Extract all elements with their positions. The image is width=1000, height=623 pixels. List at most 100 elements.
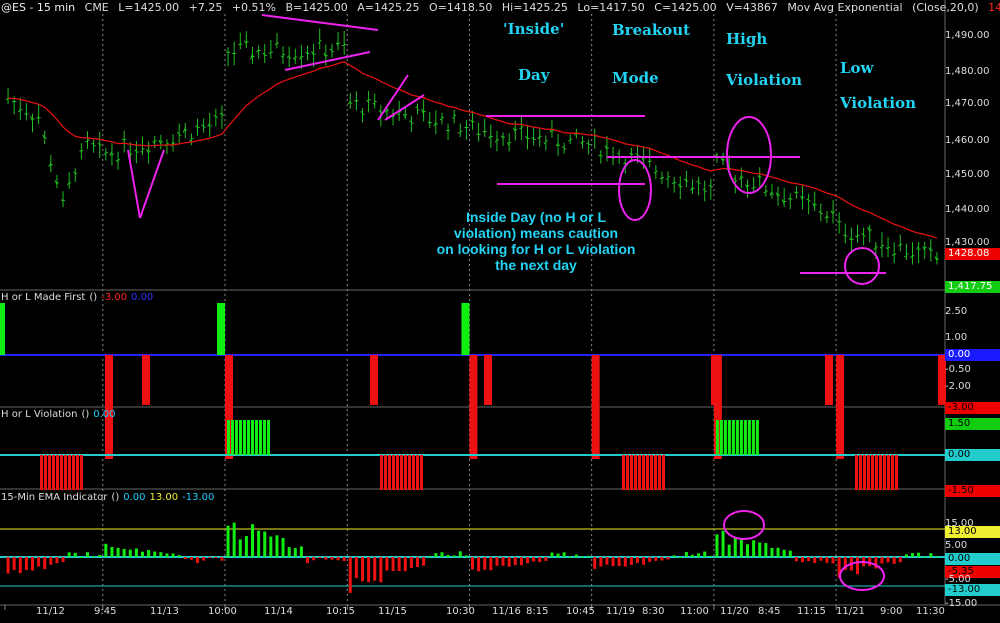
annotation-ellipse	[726, 116, 772, 194]
ema-ind-bar-neg	[636, 557, 639, 563]
ema-ind-tick: -15.00	[945, 598, 978, 609]
ema-ind-bar-pos	[691, 554, 694, 557]
violation-bar-neg	[859, 455, 862, 490]
ema-ind-bar-neg	[605, 557, 609, 565]
x-tick: 11:15	[797, 606, 826, 617]
ema-ind-bar-neg	[892, 557, 896, 564]
violation-bar-neg	[68, 455, 71, 490]
price-bar-open	[568, 139, 571, 142]
ema-ind-bar-neg	[471, 557, 474, 570]
x-tick: 10:00	[208, 606, 237, 617]
panel-value: 0.00	[93, 409, 116, 420]
panel-value: 13.00	[149, 492, 179, 503]
violation-bar-neg	[48, 455, 51, 490]
ema-ind-bar-neg	[819, 557, 823, 561]
x-tick: 10:15	[326, 606, 355, 617]
ema-ind-bar-neg	[642, 557, 646, 565]
ema-ind-bar-neg	[513, 557, 517, 566]
ema-price-tag: 1428.08	[945, 248, 1000, 260]
violation-bar-pos	[723, 420, 727, 455]
ema-ind-bar-pos	[159, 552, 163, 557]
made-first-bar-neg	[469, 355, 478, 459]
violation-zero-tag: 0.00	[945, 449, 1000, 461]
violation-bar-pos	[259, 420, 262, 455]
panel-args: ()	[111, 492, 120, 503]
ema-ind-bar-pos	[232, 522, 236, 557]
violation-bar-neg	[646, 455, 649, 490]
violation-bar-neg	[895, 455, 898, 490]
ema-ind-bar-pos	[672, 555, 676, 557]
made-first-bar-neg	[938, 355, 946, 405]
ema-ind-bar-pos	[562, 552, 566, 557]
violation-bar-pos	[727, 420, 731, 455]
violation-bar-neg	[650, 455, 653, 490]
panel-title-text: H or L Made First	[1, 292, 86, 303]
ema-ind-bar-neg	[202, 557, 206, 561]
ema-ind-bar-pos	[104, 543, 108, 557]
price-bar-open	[97, 143, 100, 145]
ema-ind-bar-neg	[189, 557, 193, 560]
violation-bar-pos	[743, 420, 747, 455]
ema-ind-bar-neg	[318, 557, 322, 558]
ema-ind-bar-neg	[409, 557, 413, 568]
ema-ind-bar-pos	[929, 553, 933, 557]
ema-ind-bar-pos	[226, 525, 230, 557]
panel-value: -13.00	[182, 492, 215, 503]
panel-title-text: H or L Violation	[1, 409, 78, 420]
violation-bar-pos	[751, 420, 755, 455]
panel-title-made-first: H or L Made First() -3.00 0.00	[1, 292, 157, 303]
caption-line: Inside Day (no H or L	[465, 209, 606, 225]
ema-ind-13-tag: 13.00	[945, 526, 1000, 538]
ema-ind-bar-pos	[556, 553, 560, 557]
made-first-bar-neg	[711, 355, 719, 405]
violation-bar-neg	[420, 455, 423, 490]
made-first-low-tag: -3.00	[945, 402, 1000, 414]
ema-ind-bar-neg	[648, 557, 652, 562]
violation-bar-neg	[72, 455, 75, 490]
ema-ind-bar-pos	[752, 540, 756, 557]
ema-ind-bar-neg	[617, 557, 621, 567]
panel-args: ()	[89, 292, 98, 303]
ema-ind-bar-neg	[12, 557, 16, 570]
ema-ind-bar-pos	[275, 535, 279, 557]
change-percent: +0.51%	[231, 1, 276, 14]
ema-ind-tick: 5.00	[945, 540, 968, 551]
ema-ind-bar-pos	[434, 553, 438, 557]
ema-ind-bar-neg	[379, 557, 383, 583]
ema-ind-bar-neg	[831, 557, 835, 564]
ema-ind-bar-neg	[544, 557, 548, 561]
ema-ind-bar-neg	[61, 557, 65, 563]
x-tick: 8:45	[758, 606, 781, 617]
x-tick: 11/12	[36, 606, 65, 617]
ema-ind-bar-pos	[917, 552, 921, 557]
caption-line: the next day	[495, 257, 577, 273]
ema-ind-bar-neg	[483, 557, 487, 570]
annotation-breakout-1: Breakout	[612, 21, 691, 39]
ema-ind-bar-pos	[177, 555, 181, 557]
ema-ind-bar-neg	[629, 557, 633, 565]
ema-ind-bar-neg	[336, 557, 340, 561]
price-tick: 1,490.00	[945, 30, 990, 41]
ema-ind-bar-neg	[611, 557, 615, 567]
ema-ind-bar-neg	[43, 557, 47, 570]
price-bar-open	[665, 178, 669, 180]
violation-bar-neg	[638, 455, 641, 490]
symbol-label: @ES - 15 min	[1, 1, 76, 14]
ema-ind-bar-pos	[904, 554, 908, 557]
ema-ind-bar-pos	[764, 543, 768, 557]
violation-bar-pos	[255, 420, 258, 455]
price-bar-open	[213, 114, 216, 117]
ema-ind-bar-pos	[550, 552, 554, 557]
ema-ind-bar-pos	[73, 552, 77, 557]
x-tick: 11/19	[606, 606, 635, 617]
x-tick: 11/20	[720, 606, 749, 617]
ema-ind-bar-pos	[727, 544, 731, 557]
x-tick: 11/13	[150, 606, 179, 617]
x-tick: 10:30	[446, 606, 475, 617]
ema-ind-bar-neg	[397, 557, 401, 571]
violation-bar-neg	[40, 455, 43, 490]
violation-bar-neg	[412, 455, 415, 490]
price-tick: 1,450.00	[945, 169, 990, 180]
violation-bar-neg	[626, 455, 629, 490]
ema-ind-bar-pos	[293, 548, 297, 557]
